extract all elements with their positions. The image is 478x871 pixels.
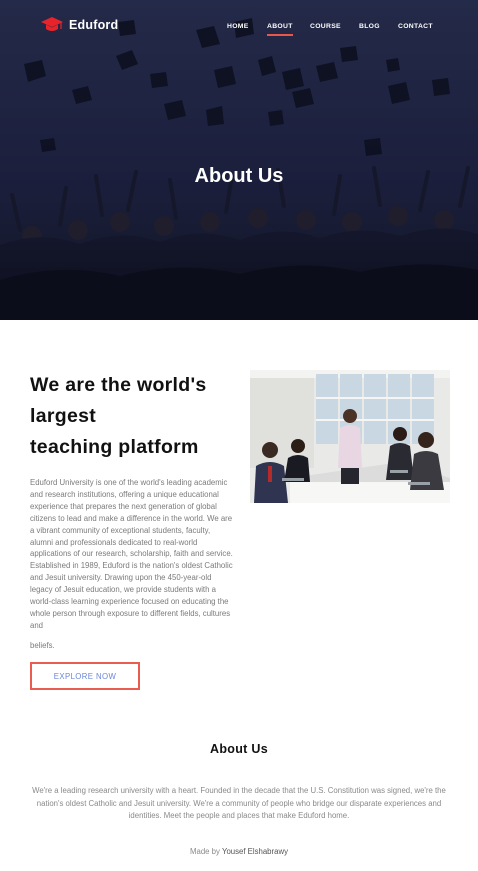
team-meeting-image xyxy=(250,370,450,503)
footer: Made by Yousef Elshabrawy xyxy=(0,847,478,856)
nav-course[interactable]: COURSE xyxy=(310,23,341,30)
headline-line-1: We are the world's xyxy=(30,374,207,396)
main-nav: HOME ABOUT COURSE BLOG CONTACT xyxy=(0,23,478,39)
about-description-end: beliefs. xyxy=(30,640,235,651)
nav-contact[interactable]: CONTACT xyxy=(398,23,433,30)
about-us-heading: About Us xyxy=(210,742,268,756)
footer-author-link[interactable]: Yousef Elshabrawy xyxy=(222,847,288,856)
nav-about[interactable]: ABOUT xyxy=(267,23,293,36)
section-headline: We are the world's largest teaching plat… xyxy=(30,370,255,463)
explore-now-button[interactable]: EXPLORE NOW xyxy=(30,662,140,690)
footer-prefix: Made by xyxy=(190,847,220,856)
nav-home[interactable]: HOME xyxy=(227,23,249,30)
headline-line-2: largest xyxy=(30,405,97,427)
nav-blog[interactable]: BLOG xyxy=(359,23,380,30)
top-navbar: Eduford HOME ABOUT COURSE BLOG CONTACT xyxy=(0,0,478,52)
about-description: Eduford University is one of the world's… xyxy=(30,477,235,651)
headline-line-3: teaching platform xyxy=(30,436,199,458)
about-us-text: We're a leading research university with… xyxy=(32,786,446,820)
about-description-text: Eduford University is one of the world's… xyxy=(30,478,233,630)
hero-banner: Eduford HOME ABOUT COURSE BLOG CONTACT A… xyxy=(0,0,478,320)
page-title: About Us xyxy=(194,165,284,187)
